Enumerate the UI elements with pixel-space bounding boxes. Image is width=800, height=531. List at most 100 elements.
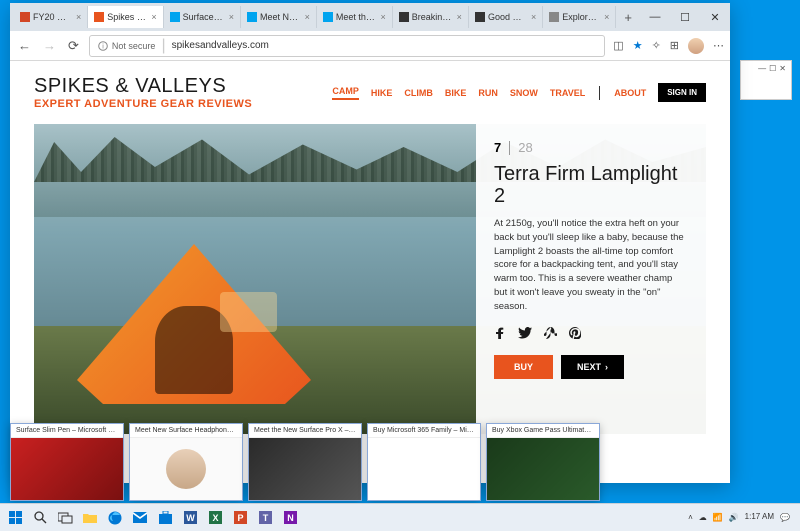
taskbar-app-edge[interactable] <box>104 507 126 529</box>
favicon-icon <box>170 12 180 22</box>
tray-clock[interactable]: 1:17 AM <box>745 513 774 522</box>
close-icon[interactable]: × <box>604 12 609 22</box>
close-icon[interactable]: × <box>457 12 462 22</box>
taskbar-app-mail[interactable] <box>129 507 151 529</box>
tab-4[interactable]: Meet the Ne… × <box>317 6 393 28</box>
taskbar-app-explorer[interactable] <box>79 507 101 529</box>
site-header: SPIKES & VALLEYS EXPERT ADVENTURE GEAR R… <box>10 61 730 118</box>
tab-title: FY20 Plann… <box>33 12 71 22</box>
close-icon[interactable]: × <box>151 12 156 22</box>
nav-about[interactable]: ABOUT <box>614 88 646 98</box>
browser-window: FY20 Plann… × Spikes & Va… × Surface Sli… <box>10 3 730 483</box>
facebook-icon[interactable] <box>494 327 506 339</box>
tray-wifi-icon[interactable]: 📶 <box>713 513 723 522</box>
tab-0[interactable]: FY20 Plann… × <box>14 6 88 28</box>
tab-1[interactable]: Spikes & Va… × <box>88 6 163 28</box>
tab-7[interactable]: Explore the… × <box>543 6 616 28</box>
close-button[interactable]: ✕ <box>700 3 730 31</box>
nav-bike[interactable]: BIKE <box>445 88 467 98</box>
maximize-button[interactable]: ☐ <box>670 3 700 31</box>
collections-icon[interactable]: ✧ <box>652 39 661 52</box>
taskbar-app-store[interactable] <box>154 507 176 529</box>
tab-5[interactable]: Breaking Ne… × <box>393 6 469 28</box>
read-aloud-icon[interactable]: ◫ <box>613 39 623 52</box>
close-icon[interactable]: × <box>229 12 234 22</box>
task-title: Surface Slim Pen – Microsoft S… <box>11 424 123 438</box>
background-window: — ☐ ✕ <box>740 60 792 100</box>
svg-text:T: T <box>262 513 268 523</box>
tab-3[interactable]: Meet New S… × <box>241 6 317 28</box>
nav-run[interactable]: RUN <box>478 88 498 98</box>
word-icon: W <box>184 511 197 524</box>
buy-button[interactable]: BUY <box>494 355 553 379</box>
next-button[interactable]: NEXT › <box>561 355 624 379</box>
favicon-icon <box>94 12 104 22</box>
task-thumbnail <box>368 438 480 500</box>
tray-chevron-icon[interactable]: ˄ <box>688 513 693 522</box>
notifications-icon[interactable]: 💬 <box>780 513 790 522</box>
nav-hike[interactable]: HIKE <box>371 88 393 98</box>
signin-button[interactable]: SIGN IN <box>658 83 706 102</box>
taskbar-app-excel[interactable]: X <box>204 507 226 529</box>
system-tray[interactable]: ˄ ☁ 📶 🔊 1:17 AM 💬 <box>688 513 796 522</box>
pinterest-icon[interactable] <box>569 327 581 339</box>
task-title: Buy Xbox Game Pass Ultimate… <box>487 424 599 438</box>
tray-volume-icon[interactable]: 🔊 <box>729 513 739 522</box>
tab-2[interactable]: Surface Slim… × <box>164 6 241 28</box>
minimize-button[interactable]: — <box>640 3 670 31</box>
profile-avatar[interactable] <box>688 38 704 54</box>
taskbar-app-onenote[interactable]: N <box>279 507 301 529</box>
start-button[interactable] <box>4 507 26 529</box>
svg-text:i: i <box>102 43 104 50</box>
tray-cloud-icon[interactable]: ☁ <box>699 513 707 522</box>
minimize-icon[interactable]: — <box>758 64 766 73</box>
search-button[interactable] <box>29 507 51 529</box>
security-status[interactable]: i Not secure <box>98 41 156 51</box>
task-title: Meet New Surface Headphones… <box>130 424 242 438</box>
menu-icon[interactable]: ⋯ <box>713 39 724 52</box>
logo[interactable]: SPIKES & VALLEYS EXPERT ADVENTURE GEAR R… <box>34 75 252 110</box>
new-tab-button[interactable]: + <box>616 10 640 25</box>
tab-title: Meet the Ne… <box>336 12 376 22</box>
tab-6[interactable]: Good News… × <box>469 6 543 28</box>
social-row <box>494 327 688 339</box>
task-title: Meet the New Surface Pro X –… <box>249 424 361 438</box>
nav-travel[interactable]: TRAVEL <box>550 88 585 98</box>
task-preview-3[interactable]: Buy Microsoft 365 Family – Mic… <box>367 423 481 501</box>
close-icon[interactable]: × <box>305 12 310 22</box>
task-preview-4[interactable]: Buy Xbox Game Pass Ultimate… <box>486 423 600 501</box>
forward-button[interactable]: → <box>41 38 58 53</box>
page-content: SPIKES & VALLEYS EXPERT ADVENTURE GEAR R… <box>10 61 730 483</box>
taskbar-app-word[interactable]: W <box>179 507 201 529</box>
nav-climb[interactable]: CLIMB <box>404 88 433 98</box>
task-view-button[interactable] <box>54 507 76 529</box>
back-button[interactable]: ← <box>16 38 33 53</box>
twitter-icon[interactable] <box>518 327 532 339</box>
tab-title: Meet New S… <box>260 12 300 22</box>
powerpoint-icon: P <box>234 511 247 524</box>
favorite-icon[interactable]: ★ <box>633 39 643 52</box>
nav-camp[interactable]: CAMP <box>332 86 359 100</box>
refresh-button[interactable]: ⟳ <box>66 38 81 54</box>
close-icon[interactable]: × <box>531 12 536 22</box>
taskbar-app-powerpoint[interactable]: P <box>229 507 251 529</box>
address-bar: ← → ⟳ i Not secure | spikesandvalleys.co… <box>10 31 730 61</box>
close-icon[interactable]: × <box>380 12 385 22</box>
url-input[interactable]: i Not secure | spikesandvalleys.com <box>89 35 605 57</box>
window-controls: — ☐ ✕ <box>640 3 730 31</box>
extensions-icon[interactable]: ⊞ <box>670 39 679 52</box>
nav-snow[interactable]: SNOW <box>510 88 538 98</box>
maximize-icon[interactable]: ☐ <box>769 64 776 73</box>
taskbar-app-teams[interactable]: T <box>254 507 276 529</box>
excel-icon: X <box>209 511 222 524</box>
task-thumbnail <box>487 438 599 500</box>
task-preview-0[interactable]: Surface Slim Pen – Microsoft S… <box>10 423 124 501</box>
stumbleupon-icon[interactable] <box>544 327 557 339</box>
close-icon[interactable]: × <box>76 12 81 22</box>
task-preview-2[interactable]: Meet the New Surface Pro X –… <box>248 423 362 501</box>
favicon-icon <box>399 12 409 22</box>
mail-icon <box>133 512 147 523</box>
task-preview-1[interactable]: Meet New Surface Headphones… <box>129 423 243 501</box>
edge-icon <box>108 511 122 525</box>
close-icon[interactable]: ✕ <box>779 64 786 73</box>
